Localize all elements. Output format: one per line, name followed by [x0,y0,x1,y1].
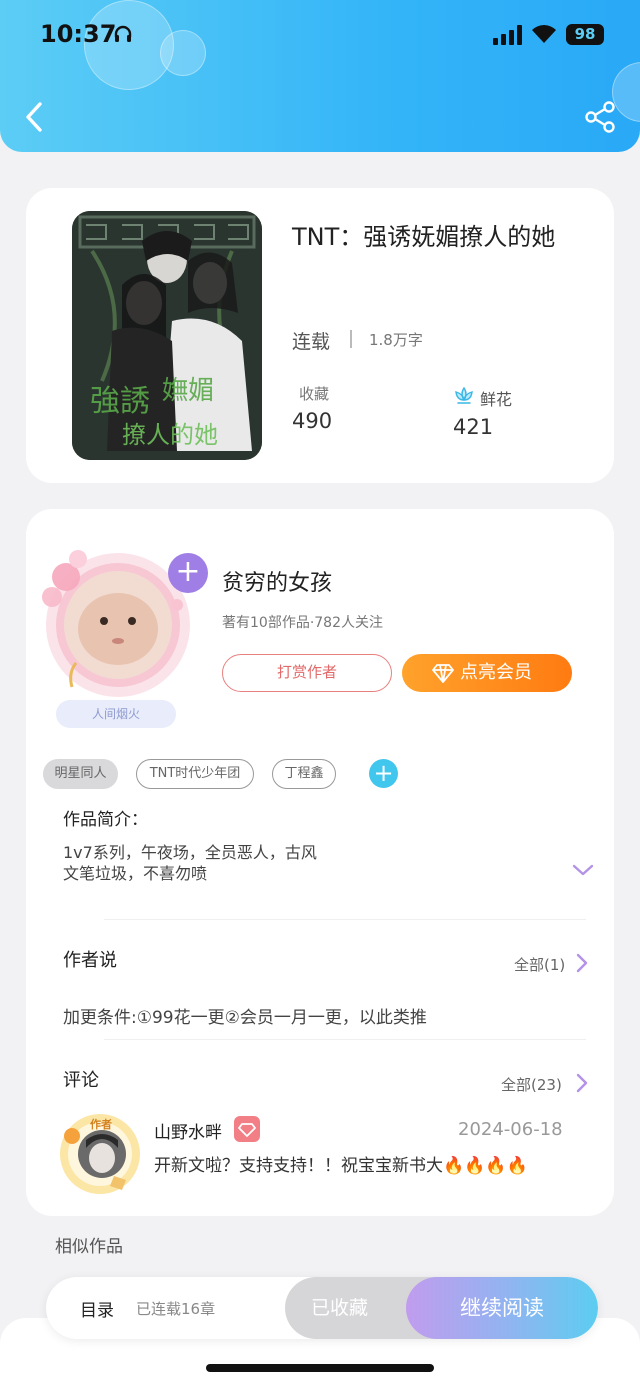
home-indicator [206,1364,434,1372]
chevron-right-icon[interactable] [576,1073,588,1093]
decor-bubble [160,30,206,76]
headphone-icon [114,25,132,42]
book-title: TNT：强诱妩媚撩人的她 [292,223,556,251]
divider [104,919,586,920]
intro-line: 1v7系列，午夜场，全员恶人，古风 [63,843,317,862]
svg-text:嫵媚: 嫵媚 [162,376,214,406]
status-time: 10:37 [40,20,117,48]
comments-title: 评论 [63,1070,99,1091]
intro-line: 文笔垃圾，不喜勿喷 [63,864,208,883]
author-name[interactable]: 贫穷的女孩 [222,565,332,597]
vip-button[interactable]: 点亮会员 [402,654,572,692]
decor-bubble [612,62,640,122]
wifi-icon [532,25,556,43]
svg-text:撩人的她: 撩人的她 [122,421,218,449]
favorites-label: 收藏 [299,385,330,403]
author-says-text: 加更条件:①99花一更②会员一月一更，以此类推 [63,1008,427,1028]
avatar-frame-label: 人间烟火 [56,700,176,728]
continue-reading-button[interactable]: 继续阅读 [406,1277,598,1339]
battery-indicator: 98 [566,24,604,45]
book-details-card: + 人间烟火 贫穷的女孩 著有10部作品·782人关注 打赏作者 点亮会员 明星… [26,509,614,1216]
author-meta: 著有10部作品·782人关注 [222,615,383,631]
share-icon[interactable] [584,100,616,134]
author-avatar[interactable]: + 人间烟火 [36,537,208,728]
vip-badge [234,1116,260,1142]
cover-art: 強誘 嫵媚 撩人的她 [72,211,262,460]
tag-ding-chengxin[interactable]: 丁程鑫 [272,759,336,789]
tag-star-fanfic[interactable]: 明星同人 [43,759,118,789]
divider [104,1039,586,1040]
intro-text: 1v7系列，午夜场，全员恶人，古风 文笔垃圾，不喜勿喷 [63,842,317,884]
commenter-name[interactable]: 山野水畔 [154,1118,222,1143]
add-tag-button[interactable]: + [369,759,398,788]
author-says-all-link[interactable]: 全部(1) [514,954,565,975]
tip-author-button[interactable]: 打赏作者 [222,654,392,692]
flowers-label: 鲜花 [480,390,513,409]
comment-text: 开新文啦？支持支持！！祝宝宝新书大🔥🔥🔥🔥 [154,1156,528,1176]
commenter-avatar[interactable]: 作者 [58,1112,142,1196]
svg-text:強誘: 強誘 [90,384,150,419]
intro-title: 作品简介： [63,810,148,830]
similar-works-title: 相似作品 [55,1237,123,1257]
bottom-action-bar: 目录 已连载16章 已收藏 继续阅读 [46,1277,598,1339]
book-info-card: 強誘 嫵媚 撩人的她 TNT：强诱妩媚撩人的她 连载 1.8万字 收藏 490 … [26,188,614,483]
toc-button[interactable]: 目录 [80,1296,114,1321]
signal-icon [493,25,522,45]
top-header: 10:37 98 [0,0,640,152]
word-count: 1.8万字 [369,331,423,349]
back-arrow-icon[interactable] [22,100,48,134]
avatar-add-button[interactable]: + [168,553,208,593]
comment-date: 2024-06-18 [458,1119,563,1140]
flower-icon[interactable] [452,385,476,407]
chevron-down-icon[interactable] [572,863,594,877]
diamond-icon [432,664,454,683]
tag-tnt[interactable]: TNT时代少年团 [136,759,254,789]
favorites-count: 490 [292,409,333,433]
author-says-title: 作者说 [63,950,117,971]
toc-chapter-count[interactable]: 已连载16章 [136,1298,215,1319]
vip-button-label: 点亮会员 [460,662,532,683]
comments-all-link[interactable]: 全部(23) [501,1074,562,1095]
serial-status: 连载 [292,331,331,353]
chevron-right-icon[interactable] [576,953,588,973]
author-tag: 作者 [90,1118,112,1131]
book-cover-image[interactable]: 強誘 嫵媚 撩人的她 [72,211,262,460]
divider [350,330,352,348]
diamond-icon [238,1123,256,1137]
flowers-count: 421 [453,415,494,439]
